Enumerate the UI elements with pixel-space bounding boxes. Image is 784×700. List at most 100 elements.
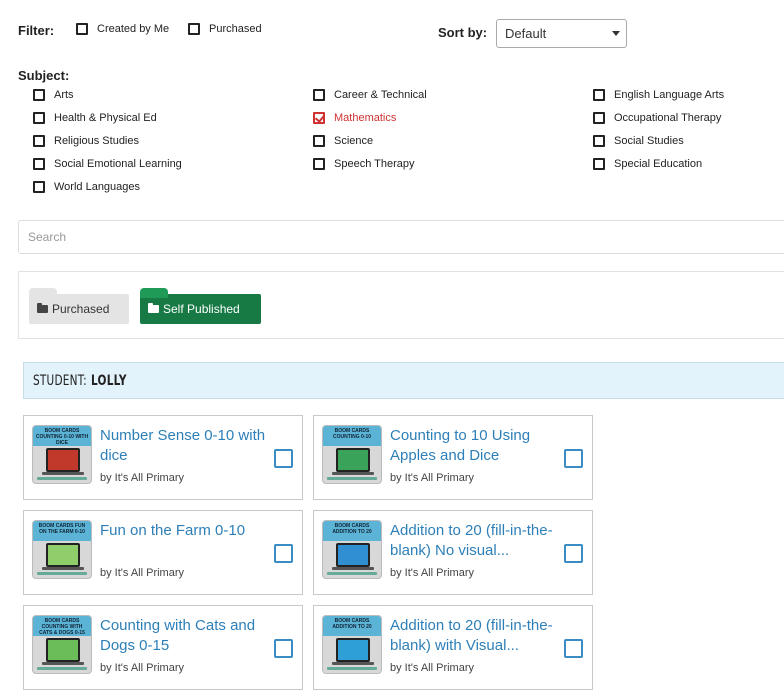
subject-health-physical-ed[interactable]: Health & Physical Ed — [33, 112, 157, 124]
thumbnail-screen — [46, 638, 80, 662]
thumbnail-screen — [336, 543, 370, 567]
subject-label-text: Science — [334, 135, 374, 147]
tab-purchased[interactable]: Purchased — [29, 288, 129, 324]
student-name: Lolly — [90, 372, 127, 389]
filter-option-label: Created by Me — [97, 23, 170, 35]
resource-title[interactable]: Addition to 20 (fill-in-the-blank) with … — [390, 616, 558, 656]
checkbox[interactable] — [313, 135, 325, 147]
subject-occupational-therapy[interactable]: Occupational Therapy — [593, 112, 721, 124]
tab-nub — [29, 288, 57, 298]
checkbox[interactable] — [76, 23, 88, 35]
thumbnail-text: BOOM CARDS ADDITION TO 20 — [332, 523, 372, 535]
thumbnail-text: BOOM CARDS ADDITION TO 20 — [332, 618, 372, 630]
subject-science[interactable]: Science — [313, 135, 373, 147]
resource-card[interactable]: BOOM CARDS COUNTING WITH CATS & DOGS 0-1… — [23, 605, 303, 690]
thumbnail-screen — [336, 448, 370, 472]
subject-label-text: Speech Therapy — [334, 158, 415, 170]
resource-card[interactable]: BOOM CARDS COUNTING 0-10 WITH DICE Numbe… — [23, 415, 303, 500]
resource-card[interactable]: BOOM CARDS COUNTING 0-10 Counting to 10 … — [313, 415, 593, 500]
resource-title[interactable]: Counting with Cats and Dogs 0-15 — [100, 616, 268, 656]
resource-thumbnail[interactable]: BOOM CARDS COUNTING 0-10 WITH DICE — [32, 425, 92, 484]
resource-author: by It's All Primary — [100, 472, 185, 484]
subject-label-text: Occupational Therapy — [614, 112, 722, 124]
resource-author: by It's All Primary — [100, 662, 185, 674]
select-checkbox[interactable] — [564, 449, 583, 468]
resource-title[interactable]: Number Sense 0-10 with dice — [100, 426, 268, 466]
resource-card[interactable]: BOOM CARDS ADDITION TO 20 Addition to 20… — [313, 605, 593, 690]
subject-career-technical[interactable]: Career & Technical — [313, 89, 427, 101]
resource-thumbnail[interactable]: BOOM CARDS COUNTING WITH CATS & DOGS 0-1… — [32, 615, 92, 674]
filter-created-by-me[interactable]: Created by Me — [76, 23, 169, 35]
checkbox[interactable] — [33, 158, 45, 170]
subject-label-text: Mathematics — [334, 112, 397, 124]
resource-card[interactable]: BOOM CARDS FUN ON THE FARM 0-10 Fun on t… — [23, 510, 303, 595]
resource-author: by It's All Primary — [390, 662, 475, 674]
subject-label-text: English Language Arts — [614, 89, 725, 101]
tab-label: Self Published — [163, 302, 240, 316]
folder-icon — [148, 303, 159, 313]
checkbox[interactable] — [33, 89, 45, 101]
checkbox[interactable] — [593, 135, 605, 147]
library-tabs-panel: Purchased Self Published — [18, 271, 784, 339]
tab-label: Purchased — [52, 302, 110, 316]
subject-social-studies[interactable]: Social Studies — [593, 135, 684, 147]
sort-select[interactable]: Default — [496, 19, 627, 48]
thumbnail-text: BOOM CARDS COUNTING WITH CATS & DOGS 0-1… — [39, 618, 85, 636]
checkbox[interactable] — [33, 181, 45, 193]
search-input[interactable]: Search — [18, 220, 784, 254]
subject-speech-therapy[interactable]: Speech Therapy — [313, 158, 415, 170]
subject-arts[interactable]: Arts — [33, 89, 74, 101]
sort-selected-value: Default — [505, 26, 547, 41]
checkbox[interactable] — [313, 158, 325, 170]
subject-label-text: Career & Technical — [334, 89, 427, 101]
resource-title[interactable]: Counting to 10 Using Apples and Dice — [390, 426, 558, 466]
subject-label-text: Special Education — [614, 158, 703, 170]
subject-label-text: Religious Studies — [54, 135, 139, 147]
resource-author: by It's All Primary — [390, 567, 475, 579]
chevron-down-icon — [612, 31, 620, 36]
select-checkbox[interactable] — [274, 639, 293, 658]
checkbox[interactable] — [33, 135, 45, 147]
subject-label-text: Health & Physical Ed — [54, 112, 157, 124]
checkbox[interactable] — [188, 23, 200, 35]
tab-self-published[interactable]: Self Published — [140, 288, 261, 324]
select-checkbox[interactable] — [564, 639, 583, 658]
checkbox[interactable] — [33, 112, 45, 124]
thumbnail-screen — [46, 448, 80, 472]
checkbox[interactable] — [593, 112, 605, 124]
subject-social-emotional-learning[interactable]: Social Emotional Learning — [33, 158, 182, 170]
resource-thumbnail[interactable]: BOOM CARDS ADDITION TO 20 — [322, 520, 382, 579]
checkbox[interactable] — [593, 158, 605, 170]
checkbox[interactable] — [313, 89, 325, 101]
thumbnail-screen — [46, 543, 80, 567]
resource-thumbnail[interactable]: BOOM CARDS COUNTING 0-10 — [322, 425, 382, 484]
select-checkbox[interactable] — [564, 544, 583, 563]
resource-title[interactable]: Fun on the Farm 0-10 — [100, 521, 268, 541]
subject-mathematics[interactable]: Mathematics — [313, 112, 396, 124]
search-placeholder: Search — [28, 230, 67, 244]
checkbox[interactable] — [593, 89, 605, 101]
subject-label: Subject: — [18, 68, 70, 83]
resource-card[interactable]: BOOM CARDS ADDITION TO 20 Addition to 20… — [313, 510, 593, 595]
sort-label: Sort by: — [438, 25, 488, 40]
subject-special-education[interactable]: Special Education — [593, 158, 702, 170]
filter-purchased[interactable]: Purchased — [188, 23, 262, 35]
thumbnail-text: BOOM CARDS COUNTING 0-10 WITH DICE — [35, 428, 89, 446]
resource-thumbnail[interactable]: BOOM CARDS ADDITION TO 20 — [322, 615, 382, 674]
thumbnail-screen — [336, 638, 370, 662]
resource-title[interactable]: Addition to 20 (fill-in-the-blank) No vi… — [390, 521, 558, 561]
subject-world-languages[interactable]: World Languages — [33, 181, 140, 193]
resource-author: by It's All Primary — [390, 472, 475, 484]
subject-religious-studies[interactable]: Religious Studies — [33, 135, 139, 147]
subject-english-language-arts[interactable]: English Language Arts — [593, 89, 724, 101]
filter-label: Filter: — [18, 23, 55, 38]
student-prefix: Student: — [33, 372, 87, 389]
checkbox-checked[interactable] — [313, 112, 325, 124]
subject-label-text: Social Studies — [614, 135, 684, 147]
select-checkbox[interactable] — [274, 449, 293, 468]
thumbnail-text: BOOM CARDS FUN ON THE FARM 0-10 — [38, 523, 86, 535]
resource-thumbnail[interactable]: BOOM CARDS FUN ON THE FARM 0-10 — [32, 520, 92, 579]
resource-author: by It's All Primary — [100, 567, 185, 579]
select-checkbox[interactable] — [274, 544, 293, 563]
tab-nub — [140, 288, 168, 298]
